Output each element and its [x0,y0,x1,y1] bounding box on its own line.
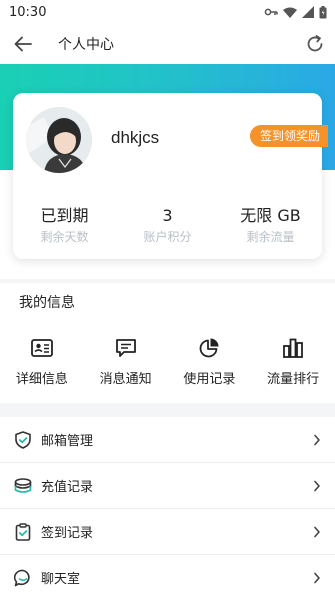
stat-label: 账户积分 [143,230,192,244]
stat-account-points[interactable]: 3 账户积分 [116,206,219,245]
chevron-right-icon [314,480,320,491]
stat-value: 已到期 [40,206,89,225]
status-time: 10:30 [9,4,47,20]
pie-chart-icon [200,338,219,358]
avatar-photo [26,107,92,173]
quick-item-label: 详细信息 [15,372,68,387]
menu-item-label: 充值记录 [41,480,94,495]
my-info-grid: 详细信息 消息通知 使用记录 流量排行 [0,336,335,387]
quick-item-notifications[interactable]: 消息通知 [84,336,168,387]
stat-remaining-days[interactable]: 已到期 剩余天数 [13,206,116,245]
chevron-right-icon [314,526,320,537]
profile-card: dhkjcs 签到领奖励 已到期 剩余天数 3 账户积分 无限 GB 剩余流量 [13,93,328,259]
chat-bubble-icon [14,569,30,586]
menu-item-email-management[interactable]: 邮箱管理 [0,417,335,463]
menu-item-recharge-records[interactable]: 充值记录 [0,463,335,509]
quick-item-usage-records[interactable]: 使用记录 [168,336,252,387]
message-icon [115,339,136,357]
menu-item-chatroom[interactable]: 聊天室 [0,555,335,597]
back-arrow-icon[interactable] [14,36,32,52]
settings-menu: 邮箱管理 充值记录 签到记录 聊天室 [0,417,335,597]
clipboard-check-icon [15,522,31,541]
quick-item-label: 使用记录 [183,372,236,387]
stat-label: 剩余流量 [246,230,295,244]
refresh-icon[interactable] [305,34,325,54]
battery-icon [319,5,327,18]
stat-label: 剩余天数 [40,230,89,244]
bar-chart-icon [283,338,304,358]
id-card-icon [30,339,53,357]
stat-value: 3 [162,206,173,225]
quick-item-label: 消息通知 [99,372,152,387]
quick-item-label: 流量排行 [267,372,320,387]
status-bar: 10:30 [0,0,335,24]
wifi-icon [283,7,297,18]
vpn-key-icon [264,8,278,16]
my-info-heading: 我的信息 [19,295,75,311]
coins-icon [14,477,32,493]
page-title: 个人中心 [58,37,114,53]
stat-value: 无限 GB [240,206,301,225]
status-icons [264,5,327,19]
stat-remaining-traffic[interactable]: 无限 GB 剩余流量 [219,206,322,245]
section-divider [0,403,335,417]
chevron-right-icon [314,434,320,445]
app-header: 个人中心 [0,24,335,64]
signal-icon [302,6,314,18]
menu-item-label: 签到记录 [41,526,94,541]
quick-item-traffic-ranking[interactable]: 流量排行 [251,336,335,387]
account-stats: 已到期 剩余天数 3 账户积分 无限 GB 剩余流量 [13,206,322,245]
menu-item-label: 聊天室 [41,572,81,587]
section-divider [0,279,335,283]
chevron-right-icon [314,572,320,583]
daily-checkin-reward-button[interactable]: 签到领奖励 [249,125,328,147]
quick-item-details[interactable]: 详细信息 [0,336,84,387]
menu-item-label: 邮箱管理 [41,434,94,449]
avatar[interactable] [26,107,92,173]
shield-check-icon [15,430,31,449]
username: dhkjcs [111,128,160,147]
menu-item-checkin-records[interactable]: 签到记录 [0,509,335,555]
